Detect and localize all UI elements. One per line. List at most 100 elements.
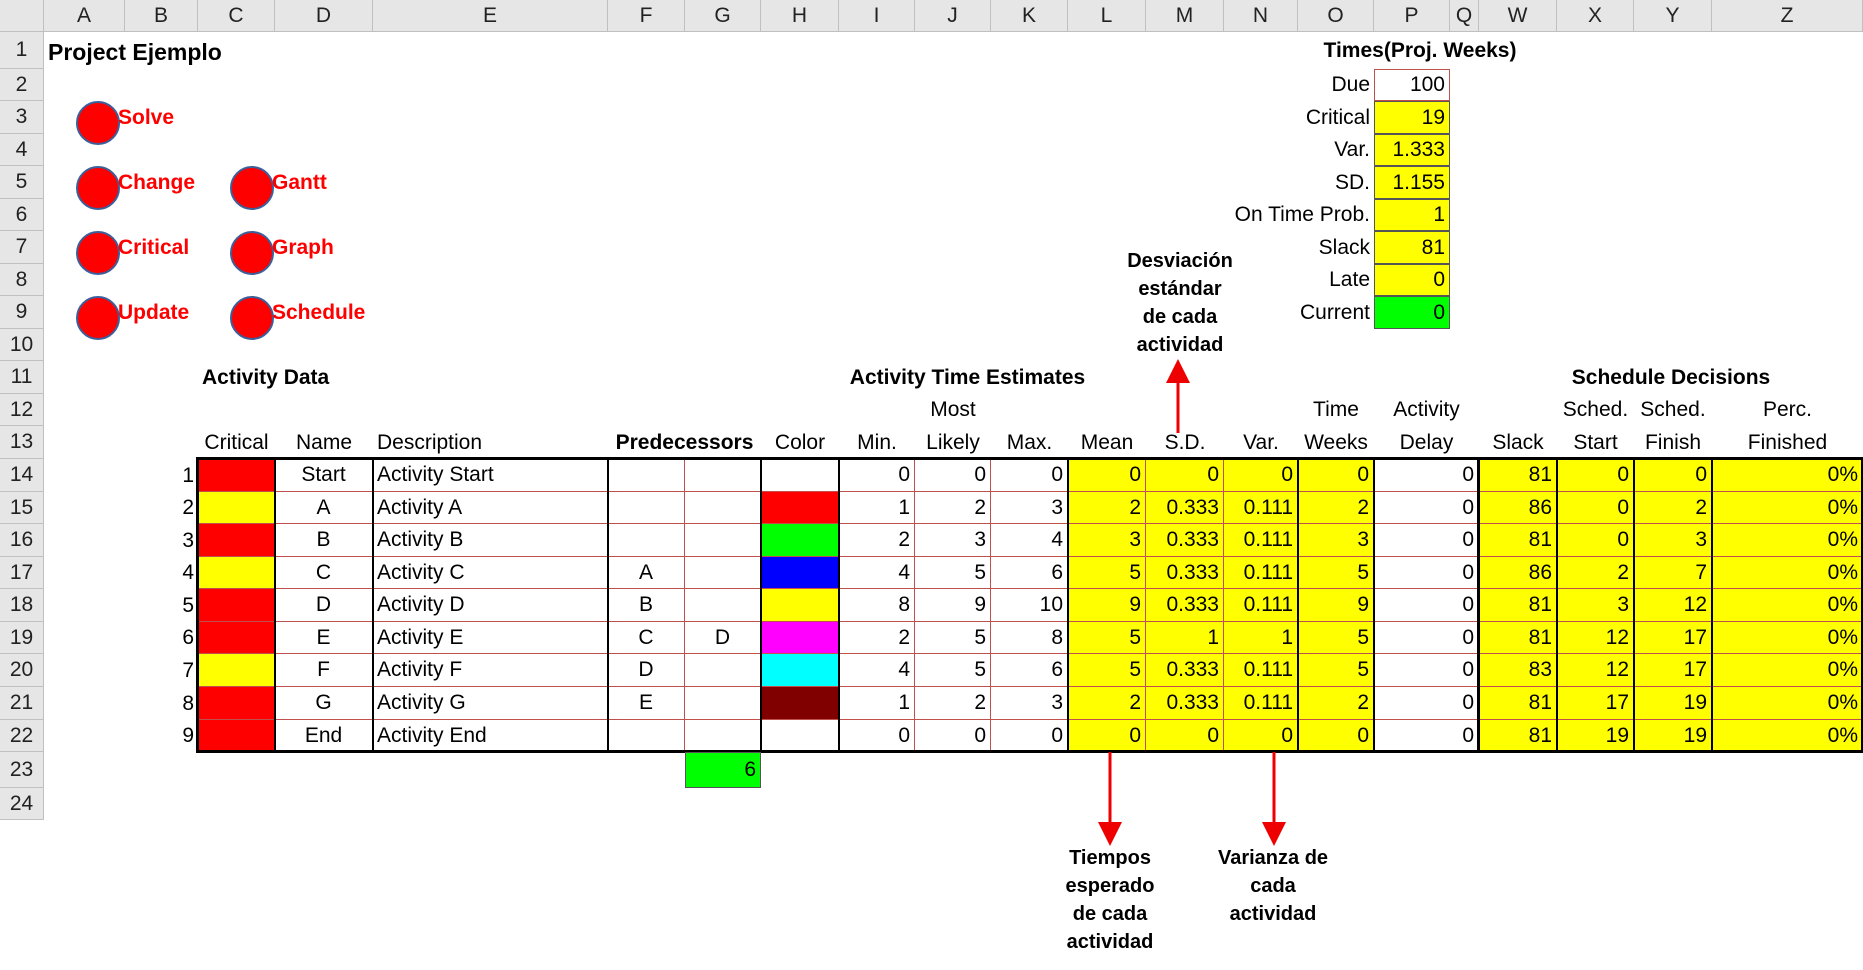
schedule-start[interactable]: 2 (1557, 557, 1634, 589)
estimate-max[interactable]: 6 (991, 654, 1068, 687)
critical-flag[interactable] (198, 720, 275, 752)
schedule-slack[interactable]: 83 (1479, 654, 1557, 687)
percent-finished[interactable]: 0% (1712, 459, 1863, 492)
activity-name[interactable]: F (275, 654, 373, 687)
schedule-finish[interactable]: 7 (1634, 557, 1712, 589)
select-all-corner[interactable] (0, 0, 44, 32)
critical-flag[interactable] (198, 557, 275, 589)
column-header-w[interactable]: W (1479, 0, 1557, 32)
percent-finished[interactable]: 0% (1712, 720, 1863, 752)
estimate-sd[interactable]: 0 (1146, 459, 1224, 492)
estimate-var[interactable]: 0 (1224, 459, 1298, 492)
schedule-slack[interactable]: 86 (1479, 492, 1557, 524)
column-header-c[interactable]: C (198, 0, 275, 32)
estimate-max[interactable]: 8 (991, 622, 1068, 654)
estimate-most-likely[interactable]: 2 (915, 687, 991, 720)
row-header-19[interactable]: 19 (0, 622, 44, 654)
column-header-p[interactable]: P (1374, 0, 1450, 32)
activity-description[interactable]: Activity B (373, 524, 608, 557)
estimate-var[interactable]: 0.111 (1224, 589, 1298, 622)
estimate-min[interactable]: 0 (839, 720, 915, 752)
critical-flag[interactable] (198, 654, 275, 687)
estimate-max[interactable]: 3 (991, 492, 1068, 524)
column-header-h[interactable]: H (761, 0, 839, 32)
estimate-most-likely[interactable]: 2 (915, 492, 991, 524)
estimate-max[interactable]: 0 (991, 720, 1068, 752)
column-header-x[interactable]: X (1557, 0, 1634, 32)
row-header-16[interactable]: 16 (0, 524, 44, 557)
schedule-start[interactable]: 3 (1557, 589, 1634, 622)
times-value[interactable]: 0 (1374, 264, 1450, 296)
estimate-min[interactable]: 1 (839, 492, 915, 524)
time-weeks[interactable]: 5 (1298, 654, 1374, 687)
activity-name[interactable]: End (275, 720, 373, 752)
column-header-g[interactable]: G (685, 0, 761, 32)
column-header-y[interactable]: Y (1634, 0, 1712, 32)
schedule-start[interactable]: 12 (1557, 622, 1634, 654)
predecessor-2[interactable]: D (685, 622, 761, 654)
row-header-20[interactable]: 20 (0, 654, 44, 687)
times-value[interactable]: 1.333 (1374, 134, 1450, 166)
activity-color-swatch[interactable] (761, 557, 839, 589)
column-header-f[interactable]: F (608, 0, 685, 32)
times-value[interactable]: 1.155 (1374, 166, 1450, 199)
times-value[interactable]: 81 (1374, 231, 1450, 264)
estimate-most-likely[interactable]: 0 (915, 459, 991, 492)
row-header-4[interactable]: 4 (0, 134, 44, 166)
estimate-max[interactable]: 6 (991, 557, 1068, 589)
activity-delay[interactable]: 0 (1374, 459, 1479, 492)
activity-delay[interactable]: 0 (1374, 622, 1479, 654)
estimate-max[interactable]: 4 (991, 524, 1068, 557)
estimate-mean[interactable]: 5 (1068, 654, 1146, 687)
estimate-min[interactable]: 8 (839, 589, 915, 622)
estimate-mean[interactable]: 0 (1068, 720, 1146, 752)
percent-finished[interactable]: 0% (1712, 622, 1863, 654)
estimate-sd[interactable]: 1 (1146, 622, 1224, 654)
schedule-start[interactable]: 12 (1557, 654, 1634, 687)
schedule-finish[interactable]: 12 (1634, 589, 1712, 622)
predecessor-2[interactable] (685, 654, 761, 687)
row-header-15[interactable]: 15 (0, 492, 44, 524)
time-weeks[interactable]: 5 (1298, 557, 1374, 589)
estimate-var[interactable]: 0.111 (1224, 557, 1298, 589)
predecessor-2[interactable] (685, 459, 761, 492)
estimate-mean[interactable]: 3 (1068, 524, 1146, 557)
estimate-mean[interactable]: 9 (1068, 589, 1146, 622)
activity-name[interactable]: E (275, 622, 373, 654)
predecessor-2[interactable] (685, 589, 761, 622)
predecessor-2[interactable] (685, 524, 761, 557)
activity-delay[interactable]: 0 (1374, 492, 1479, 524)
time-weeks[interactable]: 5 (1298, 622, 1374, 654)
critical-flag[interactable] (198, 687, 275, 720)
time-weeks[interactable]: 9 (1298, 589, 1374, 622)
schedule-finish[interactable]: 3 (1634, 524, 1712, 557)
column-header-q[interactable]: Q (1450, 0, 1479, 32)
activity-color-swatch[interactable] (761, 720, 839, 752)
row-header-21[interactable]: 21 (0, 687, 44, 720)
row-header-18[interactable]: 18 (0, 589, 44, 622)
predecessor-1[interactable]: D (608, 654, 685, 687)
activity-description[interactable]: Activity F (373, 654, 608, 687)
schedule-slack[interactable]: 81 (1479, 524, 1557, 557)
estimate-most-likely[interactable]: 5 (915, 557, 991, 589)
estimate-min[interactable]: 0 (839, 459, 915, 492)
critical-flag[interactable] (198, 459, 275, 492)
column-header-j[interactable]: J (915, 0, 991, 32)
row-header-12[interactable]: 12 (0, 394, 44, 426)
row-header-9[interactable]: 9 (0, 296, 44, 329)
activity-delay[interactable]: 0 (1374, 720, 1479, 752)
column-header-k[interactable]: K (991, 0, 1068, 32)
column-header-z[interactable]: Z (1712, 0, 1863, 32)
column-header-b[interactable]: B (125, 0, 198, 32)
activity-color-swatch[interactable] (761, 524, 839, 557)
estimate-most-likely[interactable]: 3 (915, 524, 991, 557)
column-header-o[interactable]: O (1298, 0, 1374, 32)
row-header-14[interactable]: 14 (0, 459, 44, 492)
schedule-slack[interactable]: 81 (1479, 622, 1557, 654)
estimate-max[interactable]: 10 (991, 589, 1068, 622)
estimate-mean[interactable]: 2 (1068, 687, 1146, 720)
estimate-min[interactable]: 2 (839, 524, 915, 557)
percent-finished[interactable]: 0% (1712, 492, 1863, 524)
estimate-sd[interactable]: 0 (1146, 720, 1224, 752)
schedule-start[interactable]: 19 (1557, 720, 1634, 752)
